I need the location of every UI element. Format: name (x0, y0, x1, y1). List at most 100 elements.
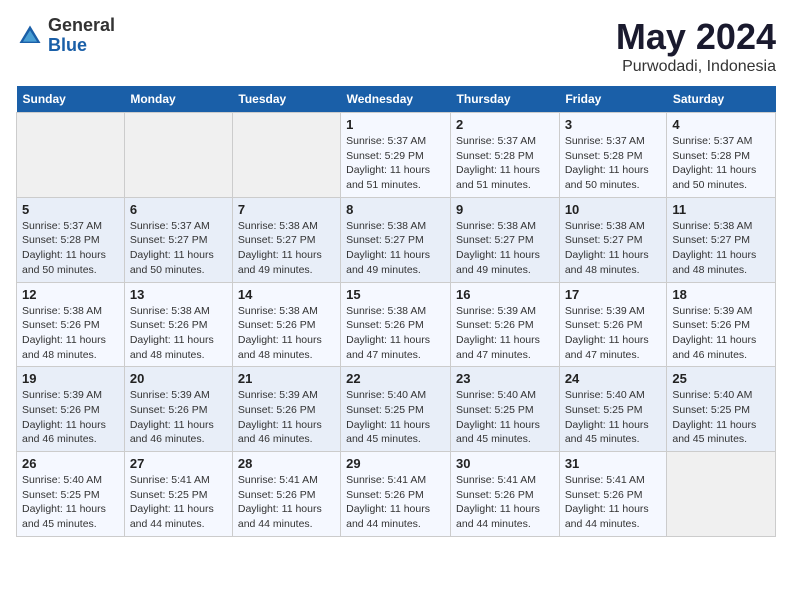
day-info: Sunrise: 5:39 AM Sunset: 5:26 PM Dayligh… (238, 388, 335, 447)
header-cell-tuesday: Tuesday (232, 86, 340, 113)
day-number: 29 (346, 456, 445, 471)
calendar-cell: 15 Sunrise: 5:38 AM Sunset: 5:26 PM Dayli… (341, 282, 451, 367)
header-cell-wednesday: Wednesday (341, 86, 451, 113)
calendar-week-1: 1Sunrise: 5:37 AM Sunset: 5:29 PM Daylig… (17, 113, 776, 198)
day-number: 4 (672, 117, 770, 132)
day-number: 11 (672, 202, 770, 217)
page-subtitle: Purwodadi, Indonesia (616, 58, 776, 76)
calendar-cell: 29 Sunrise: 5:41 AM Sunset: 5:26 PM Dayli… (341, 452, 451, 537)
calendar-cell: 20 Sunrise: 5:39 AM Sunset: 5:26 PM Dayli… (124, 367, 232, 452)
day-info: Sunrise: 5:37 AM Sunset: 5:28 PM Dayligh… (456, 134, 554, 193)
day-number: 31 (565, 456, 662, 471)
calendar-cell: 27Sunrise: 5:41 AM Sunset: 5:25 PM Dayli… (124, 452, 232, 537)
calendar-cell: 17Sunrise: 5:39 AM Sunset: 5:26 PM Dayli… (559, 282, 667, 367)
day-number: 13 (130, 287, 227, 302)
day-info: Sunrise: 5:38 AM Sunset: 5:26 PM Dayligh… (346, 304, 445, 363)
calendar-body: 1Sunrise: 5:37 AM Sunset: 5:29 PM Daylig… (17, 113, 776, 537)
day-number: 24 (565, 371, 662, 386)
day-number: 10 (565, 202, 662, 217)
day-number: 25 (672, 371, 770, 386)
calendar-cell: 16 Sunrise: 5:39 AM Sunset: 5:26 PM Dayli… (451, 282, 560, 367)
day-info: Sunrise: 5:38 AM Sunset: 5:27 PM Dayligh… (456, 219, 554, 278)
calendar-cell: 8 Sunrise: 5:38 AM Sunset: 5:27 PM Daylig… (341, 197, 451, 282)
day-info: Sunrise: 5:40 AM Sunset: 5:25 PM Dayligh… (672, 388, 770, 447)
day-info: Sunrise: 5:38 AM Sunset: 5:26 PM Dayligh… (130, 304, 227, 363)
header-row: SundayMondayTuesdayWednesdayThursdayFrid… (17, 86, 776, 113)
day-info: Sunrise: 5:38 AM Sunset: 5:27 PM Dayligh… (672, 219, 770, 278)
day-info: Sunrise: 5:39 AM Sunset: 5:26 PM Dayligh… (130, 388, 227, 447)
calendar-cell: 25 Sunrise: 5:40 AM Sunset: 5:25 PM Dayli… (667, 367, 776, 452)
title-section: May 2024 Purwodadi, Indonesia (616, 16, 776, 76)
calendar-week-3: 12Sunrise: 5:38 AM Sunset: 5:26 PM Dayli… (17, 282, 776, 367)
day-number: 7 (238, 202, 335, 217)
calendar-cell: 3Sunrise: 5:37 AM Sunset: 5:28 PM Daylig… (559, 113, 667, 198)
day-number: 23 (456, 371, 554, 386)
calendar-cell: 30Sunrise: 5:41 AM Sunset: 5:26 PM Dayli… (451, 452, 560, 537)
day-info: Sunrise: 5:39 AM Sunset: 5:26 PM Dayligh… (456, 304, 554, 363)
calendar-cell: 14Sunrise: 5:38 AM Sunset: 5:26 PM Dayli… (232, 282, 340, 367)
calendar-cell: 21 Sunrise: 5:39 AM Sunset: 5:26 PM Dayli… (232, 367, 340, 452)
calendar-week-5: 26 Sunrise: 5:40 AM Sunset: 5:25 PM Dayli… (17, 452, 776, 537)
day-number: 18 (672, 287, 770, 302)
day-number: 28 (238, 456, 335, 471)
day-info: Sunrise: 5:39 AM Sunset: 5:26 PM Dayligh… (672, 304, 770, 363)
day-number: 26 (22, 456, 119, 471)
header-cell-saturday: Saturday (667, 86, 776, 113)
header-cell-monday: Monday (124, 86, 232, 113)
calendar-cell: 6 Sunrise: 5:37 AM Sunset: 5:27 PM Daylig… (124, 197, 232, 282)
day-info: Sunrise: 5:38 AM Sunset: 5:26 PM Dayligh… (238, 304, 335, 363)
logo: General Blue (16, 16, 115, 56)
day-info: Sunrise: 5:37 AM Sunset: 5:27 PM Dayligh… (130, 219, 227, 278)
calendar-cell: 7 Sunrise: 5:38 AM Sunset: 5:27 PM Daylig… (232, 197, 340, 282)
day-number: 2 (456, 117, 554, 132)
day-info: Sunrise: 5:40 AM Sunset: 5:25 PM Dayligh… (565, 388, 662, 447)
day-info: Sunrise: 5:38 AM Sunset: 5:27 PM Dayligh… (346, 219, 445, 278)
calendar-week-4: 19 Sunrise: 5:39 AM Sunset: 5:26 PM Dayli… (17, 367, 776, 452)
header-cell-friday: Friday (559, 86, 667, 113)
calendar-cell (17, 113, 125, 198)
calendar-cell: 19Sunrise: 5:39 AM Sunset: 5:26 PM Dayli… (17, 367, 125, 452)
day-info: Sunrise: 5:41 AM Sunset: 5:25 PM Dayligh… (130, 473, 227, 532)
day-info: Sunrise: 5:37 AM Sunset: 5:28 PM Dayligh… (565, 134, 662, 193)
day-number: 19 (22, 371, 119, 386)
day-number: 21 (238, 371, 335, 386)
day-info: Sunrise: 5:41 AM Sunset: 5:26 PM Dayligh… (456, 473, 554, 532)
day-number: 8 (346, 202, 445, 217)
calendar-cell: 11 Sunrise: 5:38 AM Sunset: 5:27 PM Dayli… (667, 197, 776, 282)
calendar-cell: 28Sunrise: 5:41 AM Sunset: 5:26 PM Dayli… (232, 452, 340, 537)
day-info: Sunrise: 5:40 AM Sunset: 5:25 PM Dayligh… (456, 388, 554, 447)
day-info: Sunrise: 5:38 AM Sunset: 5:27 PM Dayligh… (238, 219, 335, 278)
calendar-cell: 23 Sunrise: 5:40 AM Sunset: 5:25 PM Dayli… (451, 367, 560, 452)
day-number: 9 (456, 202, 554, 217)
day-info: Sunrise: 5:38 AM Sunset: 5:26 PM Dayligh… (22, 304, 119, 363)
logo-general: General (48, 16, 115, 36)
day-number: 15 (346, 287, 445, 302)
day-info: Sunrise: 5:41 AM Sunset: 5:26 PM Dayligh… (346, 473, 445, 532)
calendar-header: SundayMondayTuesdayWednesdayThursdayFrid… (17, 86, 776, 113)
header-cell-sunday: Sunday (17, 86, 125, 113)
header-cell-thursday: Thursday (451, 86, 560, 113)
calendar-cell (667, 452, 776, 537)
day-info: Sunrise: 5:39 AM Sunset: 5:26 PM Dayligh… (565, 304, 662, 363)
day-number: 5 (22, 202, 119, 217)
day-info: Sunrise: 5:38 AM Sunset: 5:27 PM Dayligh… (565, 219, 662, 278)
logo-icon (16, 22, 44, 50)
day-info: Sunrise: 5:40 AM Sunset: 5:25 PM Dayligh… (346, 388, 445, 447)
calendar-cell: 9 Sunrise: 5:38 AM Sunset: 5:27 PM Daylig… (451, 197, 560, 282)
day-info: Sunrise: 5:37 AM Sunset: 5:28 PM Dayligh… (672, 134, 770, 193)
day-number: 6 (130, 202, 227, 217)
calendar-cell: 22Sunrise: 5:40 AM Sunset: 5:25 PM Dayli… (341, 367, 451, 452)
header: General Blue May 2024 Purwodadi, Indones… (16, 16, 776, 76)
day-number: 16 (456, 287, 554, 302)
calendar-cell: 13 Sunrise: 5:38 AM Sunset: 5:26 PM Dayli… (124, 282, 232, 367)
day-info: Sunrise: 5:41 AM Sunset: 5:26 PM Dayligh… (565, 473, 662, 532)
day-number: 20 (130, 371, 227, 386)
calendar-cell: 10 Sunrise: 5:38 AM Sunset: 5:27 PM Dayli… (559, 197, 667, 282)
day-number: 1 (346, 117, 445, 132)
calendar-cell: 1Sunrise: 5:37 AM Sunset: 5:29 PM Daylig… (341, 113, 451, 198)
day-info: Sunrise: 5:40 AM Sunset: 5:25 PM Dayligh… (22, 473, 119, 532)
calendar-cell: 31 Sunrise: 5:41 AM Sunset: 5:26 PM Dayli… (559, 452, 667, 537)
calendar-cell: 18 Sunrise: 5:39 AM Sunset: 5:26 PM Dayli… (667, 282, 776, 367)
calendar-cell: 5 Sunrise: 5:37 AM Sunset: 5:28 PM Daylig… (17, 197, 125, 282)
day-info: Sunrise: 5:37 AM Sunset: 5:28 PM Dayligh… (22, 219, 119, 278)
